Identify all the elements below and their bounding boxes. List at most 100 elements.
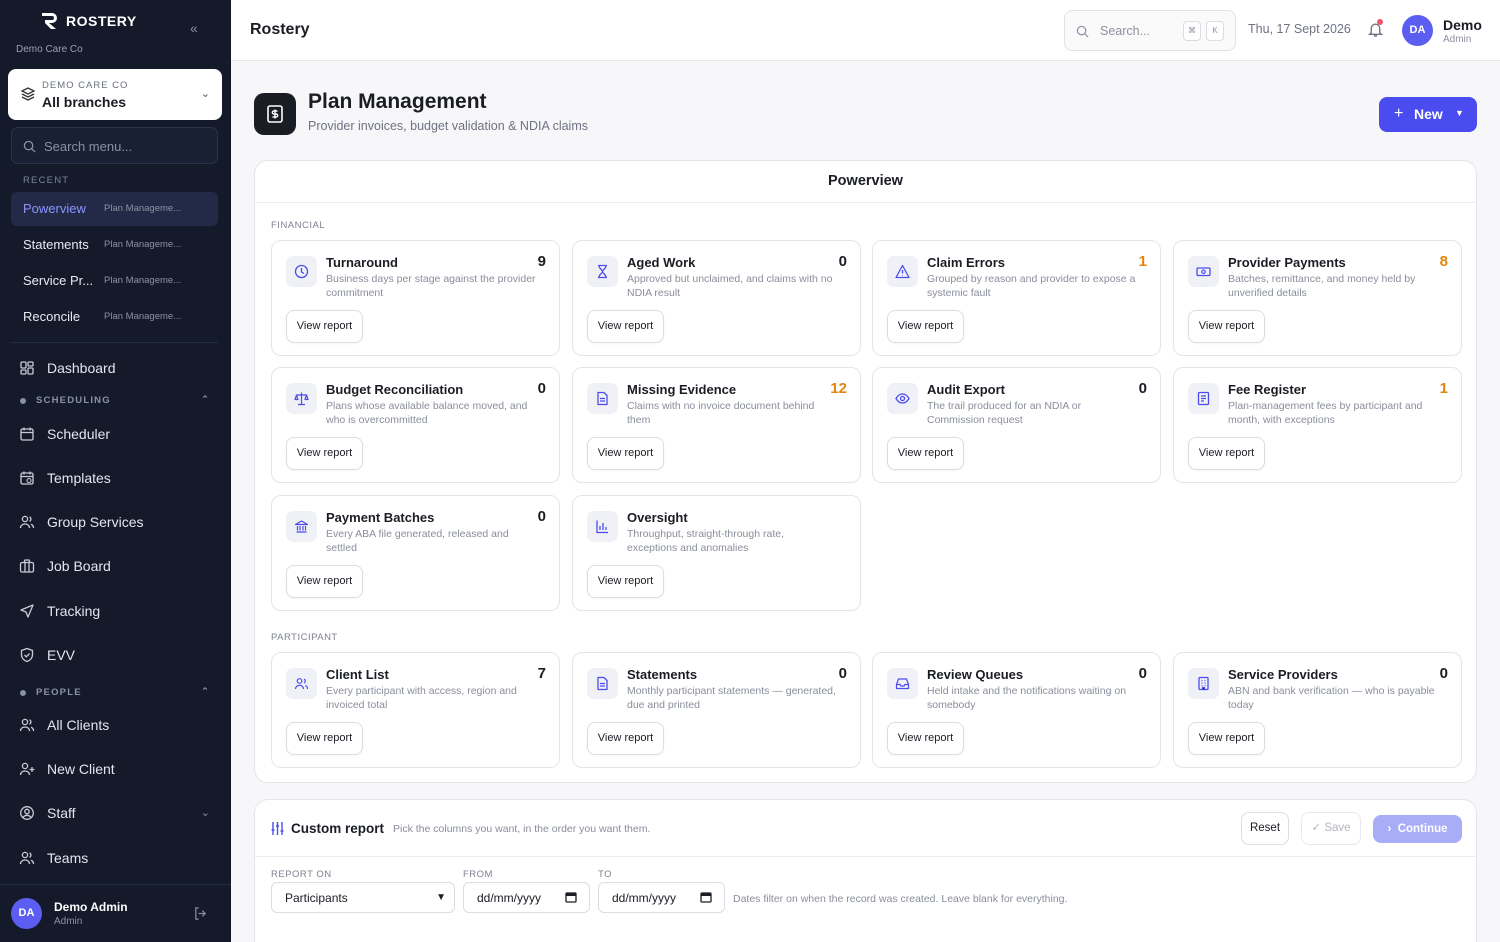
calendar-icon[interactable] — [565, 891, 577, 903]
sidebar-item-scheduler[interactable]: Scheduler — [11, 417, 218, 451]
logout-icon[interactable] — [193, 906, 208, 921]
card-icon-tile — [587, 511, 618, 542]
team-icon — [19, 851, 35, 865]
report-on-value: Participants — [285, 891, 348, 905]
sidebar-item-templates[interactable]: Templates — [11, 461, 218, 495]
sidebar-item-group-services[interactable]: Group Services — [11, 505, 218, 539]
users-icon — [19, 515, 35, 529]
sidebar-divider — [11, 342, 218, 343]
chevron-down-icon: ⌄ — [200, 807, 210, 819]
card-description: Held intake and the notifications waitin… — [927, 685, 1127, 711]
report-card-review-queues[interactable]: Review Queues Held intake and the notific… — [872, 652, 1161, 768]
view-report-button[interactable]: View report — [587, 722, 664, 755]
sidebar-item-label: Staff — [47, 805, 76, 821]
card-title: Statements — [627, 667, 698, 682]
view-report-button[interactable]: View report — [887, 437, 964, 470]
report-card-provider-payments[interactable]: Provider Payments Batches, remittance, an… — [1173, 240, 1462, 356]
menu-search-input[interactable]: Search menu... — [11, 127, 218, 164]
report-card-oversight[interactable]: Oversight Throughput, straight-through ra… — [572, 495, 861, 611]
recent-item-reconcile[interactable]: Reconcile Plan Manageme... — [11, 300, 218, 334]
card-icon-tile — [286, 383, 317, 414]
card-count: 1 — [1138, 253, 1147, 270]
report-card-turnaround[interactable]: Turnaround Business days per stage agains… — [271, 240, 560, 356]
sidebar-item-staff[interactable]: Staff ⌄ — [11, 796, 218, 830]
calendar-icon[interactable] — [700, 891, 712, 903]
view-report-button[interactable]: View report — [587, 437, 664, 470]
view-report-button[interactable]: View report — [1188, 310, 1265, 343]
card-title: Aged Work — [627, 255, 696, 270]
plus-icon: + — [1394, 105, 1404, 122]
recent-item-powerview[interactable]: Powerview Plan Manageme... — [11, 192, 218, 226]
view-report-button[interactable]: View report — [1188, 722, 1265, 755]
view-report-button[interactable]: View report — [286, 437, 363, 470]
user-name: Demo — [1443, 17, 1482, 33]
report-card-fee-register[interactable]: Fee Register Plan-management fees by part… — [1173, 367, 1462, 483]
user-plus-icon — [19, 762, 35, 776]
date-filter-note: Dates filter on when the record was crea… — [733, 893, 1068, 905]
card-icon-tile — [286, 668, 317, 699]
scheduling-group-header[interactable]: SCHEDULING ⌃ — [20, 394, 218, 410]
from-date-input[interactable]: dd/mm/yyyy — [463, 882, 590, 913]
report-card-statements[interactable]: Statements Monthly participant statements… — [572, 652, 861, 768]
recent-item-title: Reconcile — [23, 309, 81, 324]
report-card-missing-evidence[interactable]: Missing Evidence Claims with no invoice d… — [572, 367, 861, 483]
new-button[interactable]: + New ▼ — [1379, 97, 1477, 132]
report-card-payment-batches[interactable]: Payment Batches Every ABA file generated,… — [271, 495, 560, 611]
card-count: 0 — [1138, 380, 1147, 397]
view-report-button[interactable]: View report — [286, 722, 363, 755]
sidebar-item-new-client[interactable]: New Client — [11, 752, 218, 786]
card-icon-tile — [1188, 668, 1219, 699]
sidebar-item-tracking[interactable]: Tracking — [11, 594, 218, 628]
inbox-icon — [895, 678, 910, 690]
view-report-button[interactable]: View report — [1188, 437, 1265, 470]
card-title: Budget Reconciliation — [326, 382, 464, 397]
sidebar-item-job-board[interactable]: Job Board — [11, 549, 218, 583]
report-on-select[interactable]: Participants ▼ — [271, 882, 455, 913]
sidebar-item-teams[interactable]: Teams — [11, 841, 218, 875]
hourglass-icon — [598, 264, 607, 279]
people-group-header[interactable]: PEOPLE ⌃ — [20, 686, 218, 702]
card-title: Client List — [326, 667, 389, 682]
view-report-button[interactable]: View report — [587, 310, 664, 343]
chevron-up-icon: ⌃ — [201, 394, 210, 404]
avatar[interactable]: DA — [11, 898, 42, 929]
sidebar: ROSTERY « Demo Care Co DEMO CARE CO All … — [0, 0, 231, 942]
card-count: 0 — [537, 380, 546, 397]
view-report-button[interactable]: View report — [887, 722, 964, 755]
k-key-badge: K — [1206, 21, 1224, 41]
sidebar-item-label: Dashboard — [47, 360, 116, 376]
sidebar-item-label: Teams — [47, 850, 89, 866]
recent-item-statements[interactable]: Statements Plan Manageme... — [11, 228, 218, 262]
sidebar-item-dashboard[interactable]: Dashboard — [11, 351, 218, 385]
report-card-aged-work[interactable]: Aged Work Approved but unclaimed, and cla… — [572, 240, 861, 356]
user-name: Demo Admin — [54, 900, 128, 914]
global-search-input[interactable]: Search... ⌘ K — [1064, 10, 1236, 51]
continue-button[interactable]: › Continue — [1373, 815, 1462, 843]
report-card-service-providers[interactable]: Service Providers ABN and bank verificati… — [1173, 652, 1462, 768]
sidebar-item-label: All Clients — [47, 717, 110, 733]
top-user-info[interactable]: Demo Admin — [1443, 17, 1482, 45]
collapse-sidebar-icon[interactable]: « — [190, 20, 198, 36]
view-report-button[interactable]: View report — [286, 565, 363, 598]
report-card-claim-errors[interactable]: Claim Errors Grouped by reason and provid… — [872, 240, 1161, 356]
card-count: 0 — [1138, 665, 1147, 682]
branch-selector[interactable]: DEMO CARE CO All branches ⌄ — [8, 69, 222, 120]
view-report-button[interactable]: View report — [887, 310, 964, 343]
brand-logo[interactable]: ROSTERY — [40, 12, 137, 30]
report-card-audit-export[interactable]: Audit Export The trail produced for an ND… — [872, 367, 1161, 483]
sidebar-item-evv[interactable]: EVV — [11, 638, 218, 672]
view-report-button[interactable]: View report — [587, 565, 664, 598]
report-card-client-list[interactable]: Client List Every participant with access… — [271, 652, 560, 768]
to-date-input[interactable]: dd/mm/yyyy — [598, 882, 725, 913]
sidebar-item-all-clients[interactable]: All Clients — [11, 708, 218, 742]
reset-button[interactable]: Reset — [1241, 812, 1289, 845]
calendar-template-icon — [20, 471, 34, 485]
navigation-arrow-icon — [20, 604, 34, 618]
report-card-budget-reconciliation[interactable]: Budget Reconciliation Plans whose availab… — [271, 367, 560, 483]
recent-item-service-providers[interactable]: Service Pr... Plan Manageme... — [11, 264, 218, 298]
view-report-button[interactable]: View report — [286, 310, 363, 343]
save-button[interactable]: ✓ Save — [1301, 812, 1361, 845]
avatar[interactable]: DA — [1402, 15, 1433, 46]
card-icon-tile — [286, 511, 317, 542]
page-title: Plan Management — [308, 90, 487, 113]
